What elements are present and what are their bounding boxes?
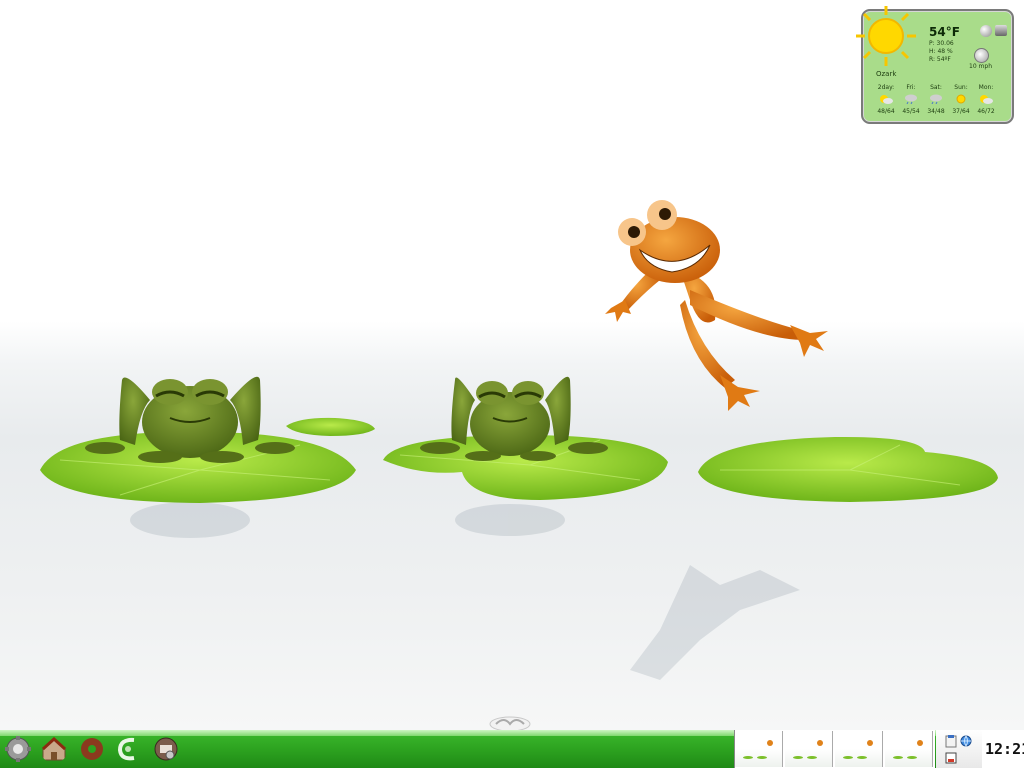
forecast-day-label: 2day: — [877, 84, 895, 91]
donut-app-icon[interactable] — [78, 735, 106, 763]
home-folder-icon[interactable] — [40, 735, 68, 763]
lily-pad-right — [698, 436, 998, 502]
wind-speed: 10 mph — [969, 63, 992, 70]
desktop-thumbnail-4[interactable] — [885, 731, 933, 767]
rain-cloud-icon — [905, 94, 917, 104]
sun-icon — [956, 94, 966, 104]
sun-icon — [856, 6, 916, 66]
pressure: P: 30.06 — [929, 40, 954, 47]
forecast-day-label: Sat: — [930, 84, 942, 91]
forecast-range: 37/64 — [952, 108, 970, 115]
clipboard-icon[interactable] — [944, 734, 958, 748]
desktop-thumbnail-3[interactable] — [835, 731, 883, 767]
green-frog-middle — [420, 376, 608, 461]
browser-icon[interactable] — [114, 735, 142, 763]
forecast-day: 2day: 48/64 — [875, 84, 897, 115]
network-globe-icon[interactable] — [960, 735, 972, 747]
humidity: H: 48 % — [929, 48, 953, 55]
forecast-day-label: Mon: — [978, 84, 994, 91]
orange-frog-jumping — [605, 200, 828, 411]
forecast-day: Fri: 45/54 — [900, 84, 922, 115]
system-tray — [936, 730, 982, 768]
forecast-day-label: Sun: — [954, 84, 968, 91]
forecast-range: 46/72 — [977, 108, 995, 115]
satellite-icon[interactable] — [995, 25, 1007, 36]
green-frog-left — [85, 376, 295, 463]
rain-cloud-icon — [930, 94, 942, 104]
forecast-range: 45/54 — [902, 108, 920, 115]
desktop-thumbnail-2[interactable] — [785, 731, 833, 767]
forecast-day: Sat: 34/48 — [925, 84, 947, 115]
forecast-range: 34/48 — [927, 108, 945, 115]
forecast-range: 48/64 — [877, 108, 895, 115]
partly-sunny-icon — [980, 95, 993, 104]
temperature: 54°F — [929, 25, 960, 39]
kmenu-gear-icon[interactable] — [4, 735, 32, 763]
real-feel: R: 54ºF — [929, 56, 951, 63]
clock[interactable]: 12:21 — [982, 730, 1024, 768]
desktop-thumbnail-1[interactable] — [735, 731, 783, 767]
system-settings-icon[interactable] — [152, 735, 180, 763]
klipper-icon[interactable] — [944, 751, 958, 765]
desktop-pager — [734, 730, 935, 768]
forecast-day-label: Fri: — [906, 84, 916, 91]
forecast-day: Mon: 46/72 — [975, 84, 997, 115]
wind-compass-icon — [974, 48, 989, 63]
partly-sunny-icon — [880, 95, 893, 104]
lily-pad-small — [286, 417, 375, 436]
globe-icon[interactable] — [980, 25, 992, 37]
taskbar-handle-icon[interactable] — [486, 712, 534, 732]
weather-stats: P: 30.06 H: 48 % R: 54ºF — [929, 40, 954, 64]
forecast-day: Sun: 37/64 — [950, 84, 972, 115]
weather-widget[interactable]: 54°F P: 30.06 H: 48 % R: 54ºF 10 mph Oza… — [856, 6, 1014, 124]
location: Ozark — [876, 70, 897, 78]
